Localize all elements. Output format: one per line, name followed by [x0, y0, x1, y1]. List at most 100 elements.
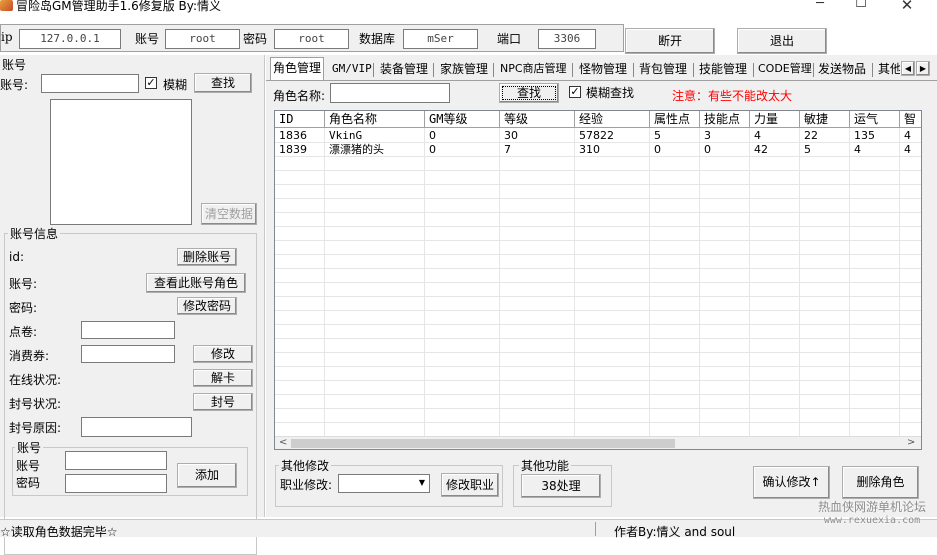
modify-points-button[interactable]: 修改: [193, 345, 253, 363]
tab-separator: [813, 63, 814, 77]
tab-role-management[interactable]: 角色管理: [270, 57, 325, 80]
maximize-button[interactable]: ☐: [838, 0, 884, 14]
title-bar: 冒险岛GM管理助手1.6修复版 By:情义 ─ ☐ ✕: [0, 0, 937, 14]
fuzzy-checkbox[interactable]: ✓: [145, 77, 157, 89]
unstuck-button[interactable]: 解卡: [193, 369, 253, 387]
ban-button[interactable]: 封号: [193, 393, 253, 411]
table-cell: 1836: [279, 129, 307, 142]
chevron-down-icon: ▼: [418, 478, 425, 487]
scroll-right-icon[interactable]: >: [907, 437, 915, 448]
new-account-label: 账号: [16, 459, 41, 473]
table-cell: 4: [904, 129, 911, 142]
new-password-label: 密码: [16, 476, 41, 490]
process-38-button[interactable]: 38处理: [521, 474, 601, 498]
table-cell: 0: [704, 143, 711, 156]
tab-monster[interactable]: 怪物管理: [577, 59, 629, 79]
role-fuzzy-checkbox[interactable]: ✓: [569, 86, 581, 98]
close-button[interactable]: ✕: [884, 0, 930, 14]
account-field[interactable]: root: [165, 29, 240, 49]
grid-row-line: [275, 254, 921, 255]
column-header[interactable]: 等级: [500, 111, 575, 127]
column-header[interactable]: 角色名称: [325, 111, 425, 127]
info-password-label: 密码:: [9, 301, 38, 315]
table-row[interactable]: 1839 漂漂猪的头 0 7 310 0 0 42 5 4 4: [275, 143, 921, 156]
column-header[interactable]: 敏捷: [800, 111, 850, 127]
watermark-line-1: 热血侠网游单机论坛: [817, 500, 926, 514]
tab-equipment[interactable]: 装备管理: [378, 59, 430, 79]
delete-role-button[interactable]: 删除角色: [842, 466, 919, 499]
account-panel: 账号 账号: ✓ 模糊 查找 清空数据 账号信息 id: 删除账号 账号: 查看…: [0, 55, 265, 555]
tab-scroll-right-icon[interactable]: ▶: [916, 61, 930, 76]
watermark: 热血侠网游单机论坛 www.rexuexia.com: [812, 501, 932, 527]
tab-separator: [753, 63, 754, 77]
tab-code[interactable]: CODE管理: [756, 59, 814, 79]
database-field[interactable]: mSer: [403, 29, 478, 49]
table-cell: 57822: [579, 129, 614, 142]
status-message: ☆读取角色数据完毕☆: [0, 525, 118, 539]
grid-row-line: [275, 324, 921, 325]
table-cell: 4: [904, 143, 911, 156]
tab-family[interactable]: 家族管理: [438, 59, 490, 79]
tab-gm-vip[interactable]: GM/VIP: [330, 59, 374, 79]
scrollbar-thumb[interactable]: [291, 439, 675, 448]
grid-row-line: [275, 184, 921, 185]
ban-status-label: 封号状况:: [9, 397, 62, 411]
confirm-modify-button[interactable]: 确认修改↑: [753, 466, 830, 499]
column-header[interactable]: 属性点: [650, 111, 700, 127]
tab-separator: [872, 63, 873, 77]
tab-other[interactable]: 其他: [876, 59, 900, 79]
role-grid[interactable]: ID 角色名称 GM等级 等级 经验 属性点 技能点 力量 敏捷 运气智 1836 VkinG 0 30…: [274, 110, 922, 450]
horizontal-scrollbar[interactable]: < >: [275, 436, 921, 449]
tab-scroll-left-icon[interactable]: ◀: [901, 61, 915, 76]
ban-reason-input[interactable]: [81, 417, 192, 437]
account-list[interactable]: [50, 99, 192, 225]
grid-row-line: [275, 240, 921, 241]
role-name-input[interactable]: [330, 83, 450, 103]
table-row[interactable]: 1836 VkinG 0 30 57822 5 3 4 22 135 4: [275, 129, 921, 142]
password-field[interactable]: root: [274, 29, 349, 49]
ban-reason-label: 封号原因:: [9, 421, 62, 435]
table-cell: 22: [804, 129, 818, 142]
column-header[interactable]: 力量: [750, 111, 800, 127]
add-account-button[interactable]: 添加: [177, 463, 237, 488]
grid-row-line: [275, 422, 921, 423]
grid-row-line: [275, 170, 921, 171]
column-header[interactable]: GM等级: [425, 111, 500, 127]
new-password-input[interactable]: [65, 474, 167, 493]
new-account-input[interactable]: [65, 451, 167, 470]
port-field[interactable]: 3306: [538, 29, 596, 49]
delete-account-button[interactable]: 删除账号: [177, 248, 237, 266]
column-header[interactable]: 智: [900, 111, 921, 127]
tab-skill[interactable]: 技能管理: [697, 59, 749, 79]
column-header[interactable]: 经验: [575, 111, 650, 127]
author-text: 作者By:情义 and soul: [614, 525, 736, 539]
minimize-button[interactable]: ─: [797, 0, 843, 14]
modify-job-button[interactable]: 修改职业: [441, 473, 499, 497]
clear-data-button[interactable]: 清空数据: [201, 203, 257, 225]
tab-inventory[interactable]: 背包管理: [637, 59, 689, 79]
voucher-input[interactable]: [81, 345, 175, 363]
job-modify-label: 职业修改:: [280, 478, 333, 492]
scroll-left-icon[interactable]: <: [279, 437, 287, 448]
account-search-button[interactable]: 查找: [194, 73, 252, 93]
role-search-button[interactable]: 查找: [499, 83, 559, 103]
exit-button[interactable]: 退出: [737, 28, 827, 54]
main-panel: 角色管理 GM/VIP 装备管理 家族管理 NPC商店管理 怪物管理 背包管理 …: [266, 55, 937, 517]
table-cell: 4: [754, 129, 761, 142]
tab-send-items[interactable]: 发送物品: [816, 59, 868, 79]
table-cell: 30: [504, 129, 518, 142]
account-section-label: 账号: [2, 58, 27, 72]
disconnect-button[interactable]: 断开: [625, 28, 715, 54]
column-header[interactable]: ID: [275, 111, 325, 127]
change-password-button[interactable]: 修改密码: [177, 297, 237, 315]
points-input[interactable]: [81, 321, 175, 339]
column-header[interactable]: 技能点: [700, 111, 750, 127]
view-account-roles-button[interactable]: 查看此账号角色: [146, 273, 246, 293]
account-search-input[interactable]: [41, 74, 139, 93]
column-header[interactable]: 运气: [850, 111, 900, 127]
tab-npc-shop[interactable]: NPC商店管理: [498, 59, 569, 79]
ip-field[interactable]: 127.0.0.1: [19, 29, 121, 49]
tab-separator: [433, 63, 434, 77]
job-select[interactable]: ▼: [338, 474, 430, 493]
grid-row-line: [275, 212, 921, 213]
